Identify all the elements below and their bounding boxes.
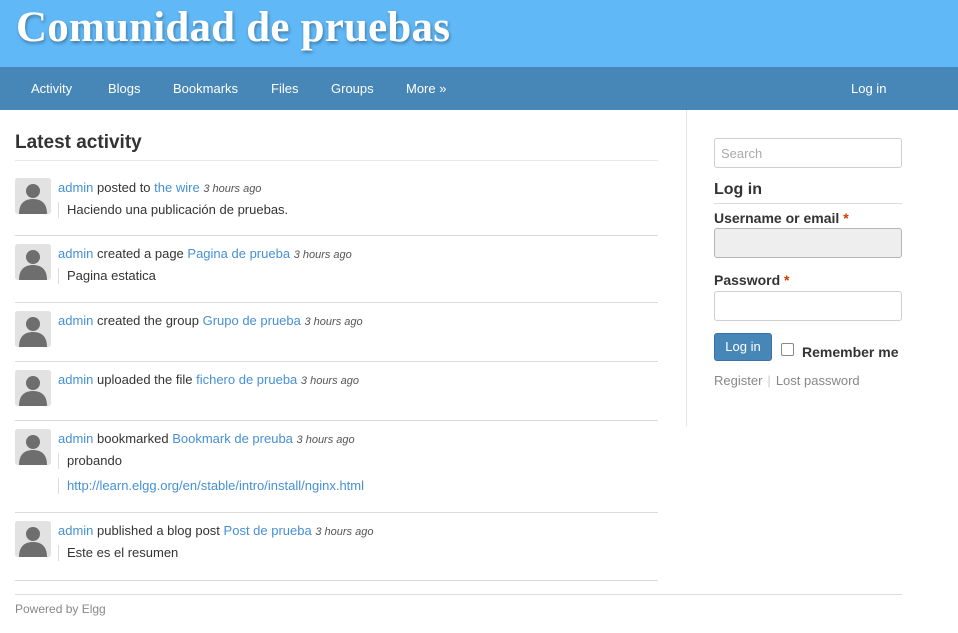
activity-user-link[interactable]: admin [58, 372, 93, 387]
nav-item-activity[interactable]: Activity [31, 67, 72, 110]
register-link[interactable]: Register [714, 373, 762, 388]
activity-item: admin created a page Pagina de prueba 3 … [15, 244, 658, 303]
heading-divider [15, 160, 658, 161]
login-button[interactable]: Log in [714, 333, 772, 361]
main-nav: Activity Blogs Bookmarks Files Groups Mo… [0, 67, 958, 110]
username-label: Username or email * [714, 210, 849, 226]
activity-action: bookmarked [97, 431, 169, 446]
user-avatar[interactable] [15, 370, 51, 406]
page-title: Latest activity [15, 132, 142, 153]
password-field[interactable] [714, 291, 902, 321]
link-separator: | [767, 373, 771, 388]
activity-user-link[interactable]: admin [58, 246, 93, 261]
activity-summary: admin posted to the wire 3 hours ago [58, 180, 261, 195]
user-avatar[interactable] [15, 244, 51, 280]
activity-time: 3 hours ago [203, 183, 262, 195]
login-divider [714, 203, 902, 204]
activity-time: 3 hours ago [304, 316, 363, 328]
activity-target-link[interactable]: Pagina de prueba [187, 246, 290, 261]
activity-item: admin published a blog post Post de prue… [15, 521, 658, 581]
activity-summary: admin bookmarked Bookmark de preuba 3 ho… [58, 431, 355, 446]
footer-divider [15, 594, 902, 595]
username-label-text: Username or email [714, 210, 840, 226]
activity-time: 3 hours ago [296, 434, 355, 446]
activity-time: 3 hours ago [293, 249, 352, 261]
activity-summary: admin published a blog post Post de prue… [58, 523, 373, 538]
activity-action: created a page [97, 246, 184, 261]
column-divider [686, 110, 687, 426]
activity-excerpt: probando [58, 453, 122, 469]
activity-user-link[interactable]: admin [58, 523, 93, 538]
lost-password-link[interactable]: Lost password [776, 373, 860, 388]
nav-item-blogs[interactable]: Blogs [108, 67, 141, 110]
activity-action: published a blog post [97, 523, 220, 538]
search-input[interactable] [714, 138, 902, 168]
activity-user-link[interactable]: admin [58, 431, 93, 446]
nav-item-groups[interactable]: Groups [331, 67, 374, 110]
activity-summary: admin uploaded the file fichero de prueb… [58, 372, 359, 387]
activity-summary: admin created the group Grupo de prueba … [58, 313, 363, 328]
activity-excerpt: Este es el resumen [58, 545, 178, 561]
remember-me-checkbox[interactable] [781, 343, 794, 356]
password-label-text: Password [714, 272, 781, 288]
user-avatar[interactable] [15, 521, 51, 557]
activity-summary: admin created a page Pagina de prueba 3 … [58, 246, 352, 261]
password-label: Password * [714, 272, 789, 288]
activity-target-link[interactable]: Post de prueba [224, 523, 312, 538]
activity-user-link[interactable]: admin [58, 180, 93, 195]
activity-time: 3 hours ago [300, 375, 360, 387]
activity-action: posted to [97, 180, 151, 195]
activity-item: admin uploaded the file fichero de prueb… [15, 370, 658, 421]
activity-user-link[interactable]: admin [58, 313, 93, 328]
user-avatar[interactable] [15, 311, 51, 347]
nav-item-more[interactable]: More » [406, 67, 446, 110]
site-title[interactable]: Comunidad de pruebas [16, 3, 450, 52]
login-title: Log in [714, 181, 762, 198]
remember-me-label[interactable]: Remember me [802, 344, 899, 360]
activity-target-link[interactable]: Grupo de prueba [203, 313, 301, 328]
activity-target-link[interactable]: the wire [154, 180, 200, 195]
activity-target-link[interactable]: Bookmark de preuba [172, 431, 293, 446]
activity-action: uploaded the file [97, 372, 193, 387]
nav-item-files[interactable]: Files [271, 67, 298, 110]
login-links: Register | Lost password [714, 373, 860, 388]
bookmark-url-link[interactable]: http://learn.elgg.org/en/stable/intro/in… [67, 478, 364, 493]
activity-time: 3 hours ago [315, 526, 374, 538]
user-avatar[interactable] [15, 178, 51, 214]
nav-login-link[interactable]: Log in [851, 67, 886, 110]
site-header: Comunidad de pruebas [0, 0, 958, 67]
activity-action: created the group [97, 313, 199, 328]
activity-excerpt: Pagina estatica [58, 268, 156, 284]
nav-item-bookmarks[interactable]: Bookmarks [173, 67, 238, 110]
activity-item: admin posted to the wire 3 hours ago Haci… [15, 178, 658, 236]
footer-powered-by[interactable]: Powered by Elgg [15, 602, 106, 616]
required-mark: * [784, 272, 790, 288]
required-mark: * [843, 210, 849, 226]
user-avatar[interactable] [15, 429, 51, 465]
activity-item: admin bookmarked Bookmark de preuba 3 ho… [15, 429, 658, 513]
activity-excerpt: Haciendo una publicación de pruebas. [58, 202, 288, 218]
activity-item: admin created the group Grupo de prueba … [15, 311, 658, 362]
activity-excerpt-link: http://learn.elgg.org/en/stable/intro/in… [58, 478, 364, 494]
username-field[interactable] [714, 228, 902, 258]
activity-target-link[interactable]: fichero de prueba [196, 372, 297, 387]
